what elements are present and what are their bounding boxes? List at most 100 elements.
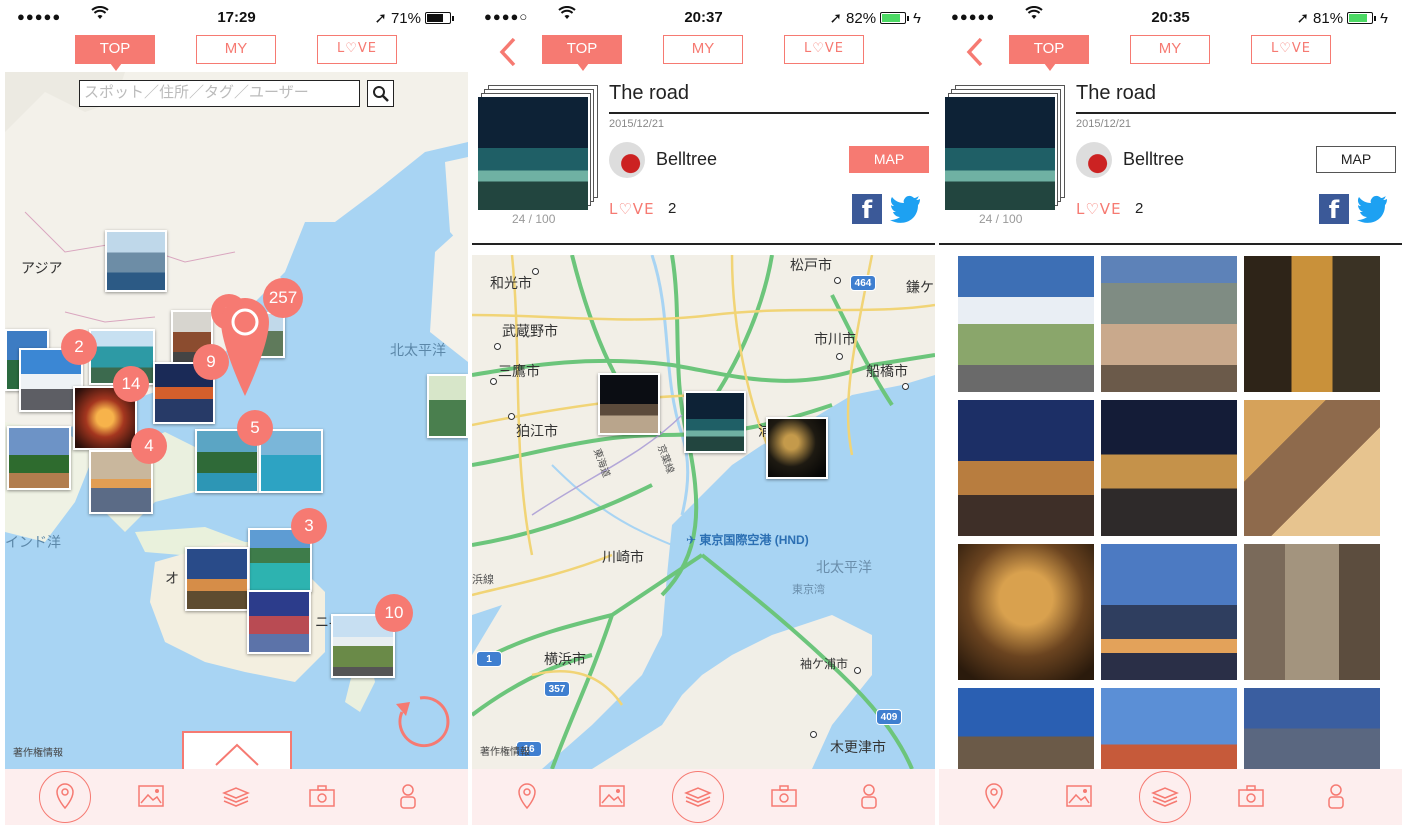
grid-photo[interactable] [1101,688,1237,769]
grid-photo[interactable] [1244,688,1380,769]
search-input[interactable]: スポット／住所／タグ／ユーザー [79,80,360,107]
map-button[interactable]: MAP [1316,146,1396,173]
cluster-count-badge[interactable]: 4 [131,428,167,464]
tab-my[interactable]: MY [196,35,276,64]
facebook-icon[interactable]: f [1319,194,1349,224]
tab-top[interactable]: TOP [542,35,622,71]
love-count: 2 [1135,200,1144,217]
photo-stack[interactable] [945,85,1065,213]
search-button[interactable] [367,80,394,107]
location-pin-icon[interactable] [217,296,273,400]
camera-icon[interactable] [769,781,799,811]
tab-top[interactable]: TOP [1009,35,1089,71]
post-date: 2015/12/21 [609,118,665,130]
cluster-count-badge[interactable]: 10 [375,594,413,632]
location-arrow-icon: ➚ [374,10,387,27]
map-copyright[interactable]: 著作権情報 [13,744,63,759]
main-photo[interactable] [945,97,1055,210]
label-oceania: オ [165,570,179,586]
map-label: 狛江市 [516,423,558,439]
map-pin-icon[interactable] [979,781,1009,811]
camera-icon[interactable] [1236,781,1266,811]
main-photo[interactable] [478,97,588,210]
airport-label[interactable]: ✈ 東京国際空港 (HND) [686,531,809,548]
map-pin-icon[interactable] [512,781,542,811]
map-photo-thumbnail[interactable] [7,426,71,490]
refresh-icon[interactable] [388,690,452,754]
avatar[interactable] [609,142,645,178]
bottom-nav [5,769,468,825]
grid-photo[interactable] [1101,544,1237,680]
username[interactable]: Belltree [1123,149,1184,170]
screen-detail-map: ●●●●○ 20:37 ➚ 82% ϟ TOP MY L♡VE 24 / 100… [472,0,935,825]
post-title: The road [609,82,690,104]
map-photo-thumbnail[interactable] [766,417,828,479]
map-photo-thumbnail[interactable] [598,373,660,435]
world-map[interactable]: アジア 北太平洋 インド洋 オ ニ- 2 14 4 9 1 257 5 3 10 [5,72,468,769]
grid-photo[interactable] [1101,400,1237,536]
map-label: 東京湾 [792,584,825,596]
layers-icon[interactable] [683,781,713,811]
username[interactable]: Belltree [656,149,717,170]
tab-top[interactable]: TOP [75,35,155,71]
avatar[interactable] [1076,142,1112,178]
top-tabs: TOP MY L♡VE [472,35,935,71]
battery-icon [1347,12,1374,24]
city-dot [902,383,909,390]
status-bar: ●●●●● 17:29 ➚ 71% [5,0,468,34]
facebook-icon[interactable]: f [852,194,882,224]
camera-icon[interactable] [307,781,337,811]
tab-my[interactable]: MY [663,35,743,64]
map-photo-thumbnail[interactable] [185,547,249,611]
map-photo-thumbnail[interactable] [427,374,468,438]
map-label: 浜線 [472,574,494,586]
photo-stack[interactable] [478,85,598,213]
map-label: 市川市 [814,331,856,347]
city-dot [810,731,817,738]
map-label: 武蔵野市 [502,323,558,339]
label-indian-ocean: インド洋 [5,534,61,550]
layers-icon[interactable] [221,781,251,811]
map-label: 木更津市 [830,739,886,755]
grid-photo[interactable] [1244,544,1380,680]
cluster-count-badge[interactable]: 5 [237,410,273,446]
grid-photo[interactable] [958,544,1094,680]
cluster-count-badge[interactable]: 3 [291,508,327,544]
photo-icon[interactable] [136,781,166,811]
user-icon[interactable] [393,781,423,811]
grid-photo[interactable] [958,400,1094,536]
map-photo-thumbnail[interactable] [247,590,311,654]
photo-icon[interactable] [597,781,627,811]
battery-icon [880,12,907,24]
grid-photo[interactable] [1244,256,1380,392]
map-label: 川崎市 [602,549,644,565]
user-icon[interactable] [854,781,884,811]
map-photo-thumbnail[interactable] [684,391,746,453]
photo-icon[interactable] [1064,781,1094,811]
cluster-count-badge[interactable]: 14 [113,366,149,402]
love-label[interactable]: L♡VE [1076,200,1122,218]
twitter-icon[interactable] [890,194,922,224]
map-pin-icon[interactable] [50,781,80,811]
layers-icon[interactable] [1150,781,1180,811]
love-label[interactable]: L♡VE [609,200,655,218]
cluster-count-badge[interactable]: 2 [61,329,97,365]
tab-love[interactable]: L♡VE [317,35,397,64]
grid-photo[interactable] [958,256,1094,392]
map-photo-thumbnail[interactable] [105,230,167,292]
user-icon[interactable] [1321,781,1351,811]
grid-photo[interactable] [1101,256,1237,392]
expand-panel-button[interactable] [182,731,292,771]
grid-photo[interactable] [1244,400,1380,536]
map-label: 船橋市 [866,363,908,379]
tab-my[interactable]: MY [1130,35,1210,64]
twitter-icon[interactable] [1357,194,1389,224]
map-button[interactable]: MAP [849,146,929,173]
bottom-nav [939,769,1402,825]
area-map[interactable]: 和光市 武蔵野市 三鷹市 狛江市 松戸市 市川市 船橋市 鎌ケ 川崎市 横浜市 … [472,255,935,769]
grid-photo[interactable] [958,688,1094,769]
map-copyright[interactable]: 著作権情報 [480,743,530,758]
tab-love[interactable]: L♡VE [1251,35,1331,64]
tab-love[interactable]: L♡VE [784,35,864,64]
status-bar: ●●●●● 20:35 ➚ 81% ϟ [939,0,1402,34]
